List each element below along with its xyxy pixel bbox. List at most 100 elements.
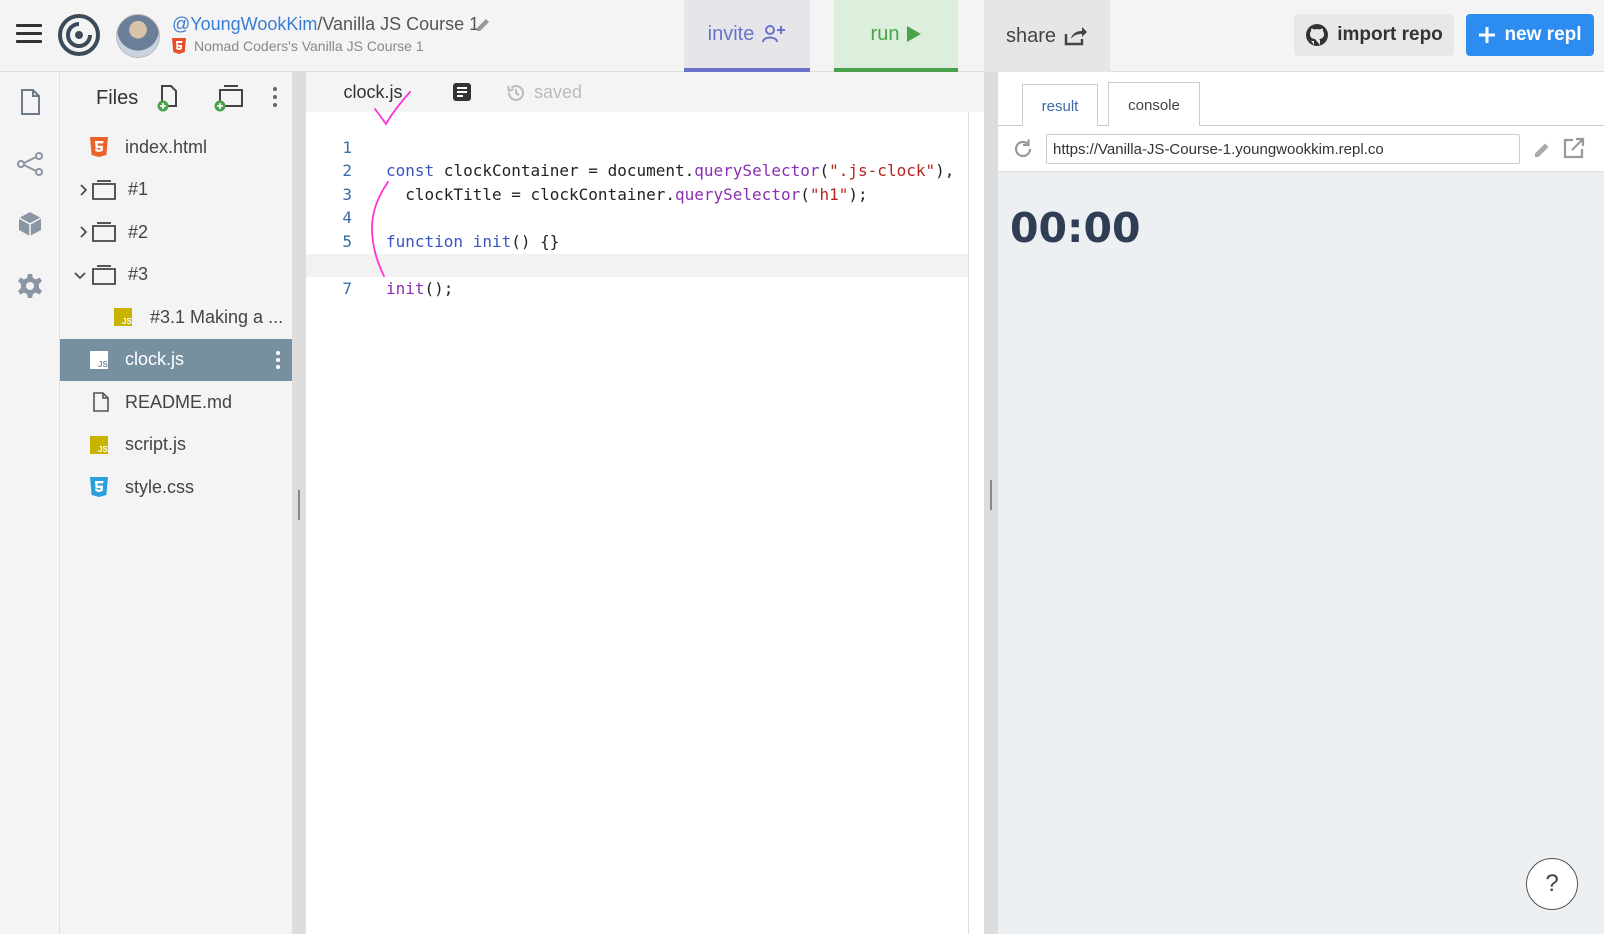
- hamburger-menu-icon[interactable]: [16, 24, 42, 44]
- folder-item-3[interactable]: #3: [60, 254, 292, 297]
- repl-subtitle: Nomad Coders's Vanilla JS Course 1: [172, 38, 424, 54]
- open-in-new-tab-icon[interactable]: [1562, 136, 1586, 160]
- files-panel: Files index.html #1 #2 #3 JS #3.1 Making…: [60, 72, 292, 934]
- file-icon: [93, 392, 109, 413]
- repl-logo-icon[interactable]: [58, 14, 100, 56]
- folder-icon: [92, 179, 116, 200]
- folder-label: #2: [128, 221, 149, 242]
- resize-grip[interactable]: [990, 480, 992, 510]
- files-header: Files: [60, 72, 292, 126]
- run-label: run: [870, 22, 900, 45]
- plus-icon: [1479, 27, 1496, 43]
- resize-grip[interactable]: [298, 490, 300, 520]
- editor-tab-label: clock.js: [343, 81, 403, 102]
- code-line[interactable]: 4 function init() {}: [306, 183, 968, 251]
- avatar[interactable]: [116, 14, 160, 58]
- file-options-icon[interactable]: [276, 350, 280, 369]
- code-line[interactable]: 2 clockTitle = clockContainer.querySelec…: [306, 136, 968, 204]
- top-bar: @YoungWookKim/Vanilla JS Course 1 Nomad …: [0, 0, 1604, 72]
- result-panel: result console 00:00 ?: [998, 72, 1604, 934]
- url-input[interactable]: [1046, 134, 1520, 164]
- play-icon: [907, 26, 922, 42]
- chevron-right-icon[interactable]: [77, 184, 89, 196]
- folder-item-2[interactable]: #2: [60, 211, 292, 254]
- import-repo-button[interactable]: import repo: [1294, 14, 1454, 56]
- left-rail: [0, 72, 60, 934]
- settings-gear-icon[interactable]: [16, 272, 44, 300]
- code-editor: clock.js saved 1 const clockContainer = …: [306, 72, 984, 934]
- file-label: #3.1 Making a ...: [150, 306, 284, 327]
- code-line-current[interactable]: 7: [306, 253, 968, 298]
- code-line[interactable]: 5: [306, 206, 968, 251]
- svg-text:JS: JS: [98, 445, 108, 454]
- editor-scroll-edge: [968, 112, 969, 934]
- code-line[interactable]: 3: [306, 159, 968, 204]
- github-icon: [1306, 24, 1329, 46]
- file-tree: index.html #1 #2 #3 JS #3.1 Making a ...…: [60, 126, 292, 509]
- edit-url-pencil-icon[interactable]: [1532, 140, 1552, 160]
- tab-console[interactable]: console: [1108, 82, 1200, 127]
- help-button[interactable]: ?: [1526, 858, 1578, 910]
- html5-icon: [172, 38, 186, 54]
- editor-tab-clock-js[interactable]: clock.js: [306, 72, 440, 112]
- format-code-icon[interactable]: [452, 82, 472, 102]
- code-line[interactable]: 1 const clockContainer = document.queryS…: [306, 112, 968, 181]
- file-item-clock-js[interactable]: JS clock.js: [60, 338, 292, 381]
- line-number: 7: [342, 279, 352, 299]
- url-bar: [998, 126, 1604, 172]
- js-icon: JS: [90, 350, 108, 369]
- new-folder-icon[interactable]: [212, 84, 246, 112]
- help-label: ?: [1545, 870, 1559, 897]
- folder-item-1[interactable]: #1: [60, 169, 292, 212]
- refresh-icon[interactable]: [1012, 138, 1034, 160]
- share-label: share: [1005, 24, 1057, 47]
- code-line[interactable]: 6 init();: [306, 230, 968, 299]
- new-repl-label: new repl: [1504, 24, 1582, 45]
- history-icon: [507, 84, 524, 101]
- file-item-readme[interactable]: README.md: [60, 381, 292, 424]
- folder-label: #1: [128, 179, 149, 200]
- saved-label: saved: [534, 82, 583, 102]
- file-item-style-css[interactable]: style.css: [60, 466, 292, 509]
- css3-icon: [90, 477, 108, 498]
- folder-label: #3: [128, 264, 149, 285]
- clock-output: 00:00: [1010, 204, 1141, 252]
- invite-button[interactable]: invite: [684, 0, 810, 72]
- chevron-down-icon[interactable]: [74, 269, 86, 281]
- file-item-script-js[interactable]: JS script.js: [60, 424, 292, 467]
- run-button[interactable]: run: [834, 0, 958, 72]
- svg-text:JS: JS: [122, 317, 132, 326]
- files-more-icon[interactable]: [272, 86, 278, 108]
- file-label: style.css: [125, 476, 195, 497]
- repl-title: @YoungWookKim/Vanilla JS Course 1: [172, 14, 479, 35]
- repl-description: Nomad Coders's Vanilla JS Course 1: [194, 38, 424, 54]
- html5-icon: [90, 137, 108, 158]
- pencil-icon[interactable]: [474, 16, 492, 34]
- chevron-right-icon[interactable]: [77, 226, 89, 238]
- repl-name[interactable]: Vanilla JS Course 1: [322, 14, 479, 34]
- files-icon[interactable]: [16, 88, 44, 116]
- panel-resize-handle[interactable]: [292, 72, 306, 934]
- editor-tab-bar: clock.js saved: [306, 72, 984, 112]
- panel-resize-handle[interactable]: [984, 72, 998, 934]
- share-icon: [1064, 27, 1088, 46]
- code-area[interactable]: 1 const clockContainer = document.queryS…: [306, 112, 968, 299]
- file-label: index.html: [125, 136, 208, 157]
- share-button[interactable]: share: [984, 0, 1110, 72]
- js-icon: JS: [114, 308, 132, 327]
- tab-result[interactable]: result: [1022, 84, 1098, 127]
- new-repl-button[interactable]: new repl: [1466, 14, 1594, 56]
- file-label: script.js: [125, 434, 187, 455]
- new-file-icon[interactable]: [156, 84, 182, 112]
- folder-icon: [92, 264, 116, 285]
- username-link[interactable]: @YoungWookKim: [172, 14, 317, 34]
- packages-icon[interactable]: [16, 210, 44, 238]
- file-item-3-1[interactable]: JS #3.1 Making a ...: [60, 296, 292, 339]
- code-text: init();: [386, 279, 454, 299]
- tab-result-label: result: [1041, 97, 1079, 115]
- file-item-index-html[interactable]: index.html: [60, 126, 292, 169]
- version-control-icon[interactable]: [16, 150, 44, 178]
- save-status: saved: [506, 82, 582, 103]
- js-icon: JS: [90, 435, 108, 454]
- folder-icon: [92, 222, 116, 243]
